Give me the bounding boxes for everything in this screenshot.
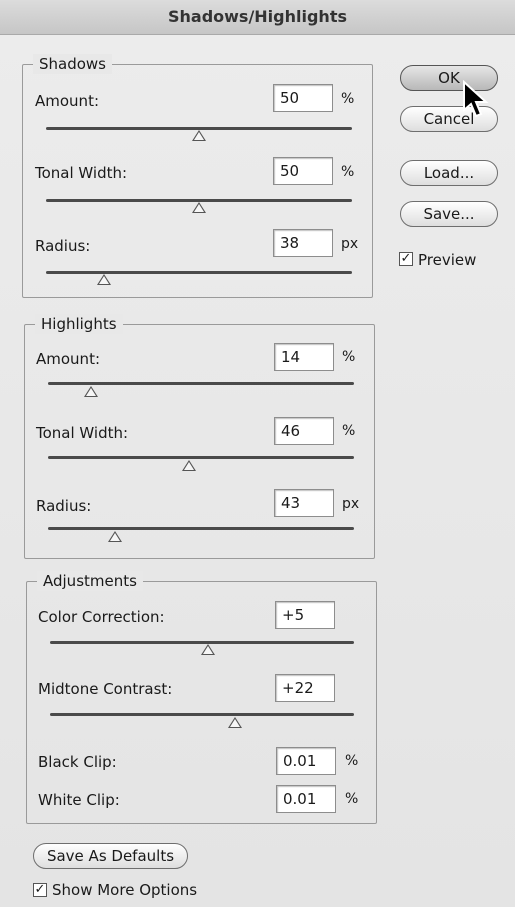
shadows-radius-field[interactable]: 38 [273, 229, 333, 257]
save-as-defaults-button[interactable]: Save As Defaults [33, 843, 188, 869]
shadows-amount-unit: % [341, 91, 355, 107]
shadows-tonal-width-slider-thumb[interactable] [192, 202, 206, 213]
highlights-radius-unit: px [342, 496, 360, 512]
shadows-amount-slider-thumb[interactable] [192, 130, 206, 141]
color-correction-slider-thumb[interactable] [201, 644, 216, 655]
highlights-group-title: Highlights [35, 314, 123, 334]
shadows-highlights-dialog: Shadows/Highlights Shadows Amount: 50 % … [0, 0, 515, 907]
midtone-contrast-field[interactable]: +22 [275, 674, 335, 702]
show-more-options-label: Show More Options [52, 881, 198, 899]
mouse-cursor-icon [463, 80, 489, 118]
adjustments-group-title: Adjustments [37, 571, 143, 591]
shadows-radius-label: Radius: [35, 237, 91, 255]
white-clip-unit: % [345, 791, 359, 807]
shadows-group-title: Shadows [33, 54, 113, 74]
highlights-amount-unit: % [342, 349, 356, 365]
shadows-radius-unit: px [341, 236, 359, 252]
white-clip-field[interactable]: 0.01 [276, 785, 336, 813]
highlights-amount-slider-track[interactable] [48, 382, 354, 385]
highlights-tonal-width-slider-track[interactable] [48, 456, 354, 459]
load-button[interactable]: Load... [400, 160, 498, 186]
color-correction-label: Color Correction: [38, 608, 165, 626]
white-clip-label: White Clip: [38, 791, 120, 809]
window-title: Shadows/Highlights [0, 0, 515, 35]
shadows-radius-slider-track[interactable] [46, 271, 352, 274]
preview-checkbox[interactable]: ✓ [399, 252, 413, 266]
show-more-options-checkbox[interactable]: ✓ [33, 883, 47, 897]
highlights-tonal-width-label: Tonal Width: [36, 424, 129, 442]
save-button[interactable]: Save... [400, 201, 498, 227]
midtone-contrast-slider-track[interactable] [50, 713, 354, 716]
shadows-tonal-width-label: Tonal Width: [35, 164, 128, 182]
shadows-radius-slider-thumb[interactable] [97, 274, 112, 285]
black-clip-label: Black Clip: [38, 753, 117, 771]
highlights-tonal-width-unit: % [342, 423, 356, 439]
highlights-radius-slider-thumb[interactable] [108, 531, 123, 542]
highlights-tonal-width-field[interactable]: 46 [274, 417, 334, 445]
preview-label: Preview [418, 251, 477, 269]
highlights-tonal-width-slider-thumb[interactable] [181, 460, 196, 471]
shadows-tonal-width-unit: % [341, 164, 355, 180]
midtone-contrast-slider-thumb[interactable] [228, 717, 243, 728]
shadows-tonal-width-field[interactable]: 50 [273, 157, 333, 185]
black-clip-field[interactable]: 0.01 [276, 747, 336, 775]
color-correction-field[interactable]: +5 [275, 601, 335, 629]
highlights-radius-label: Radius: [36, 497, 92, 515]
shadows-amount-label: Amount: [35, 92, 99, 110]
highlights-amount-field[interactable]: 14 [274, 343, 334, 371]
shadows-amount-field[interactable]: 50 [273, 84, 333, 112]
highlights-radius-slider-track[interactable] [48, 527, 354, 530]
black-clip-unit: % [345, 753, 359, 769]
highlights-radius-field[interactable]: 43 [274, 489, 334, 517]
highlights-amount-label: Amount: [36, 350, 100, 368]
midtone-contrast-label: Midtone Contrast: [38, 680, 173, 698]
highlights-amount-slider-thumb[interactable] [83, 386, 98, 397]
